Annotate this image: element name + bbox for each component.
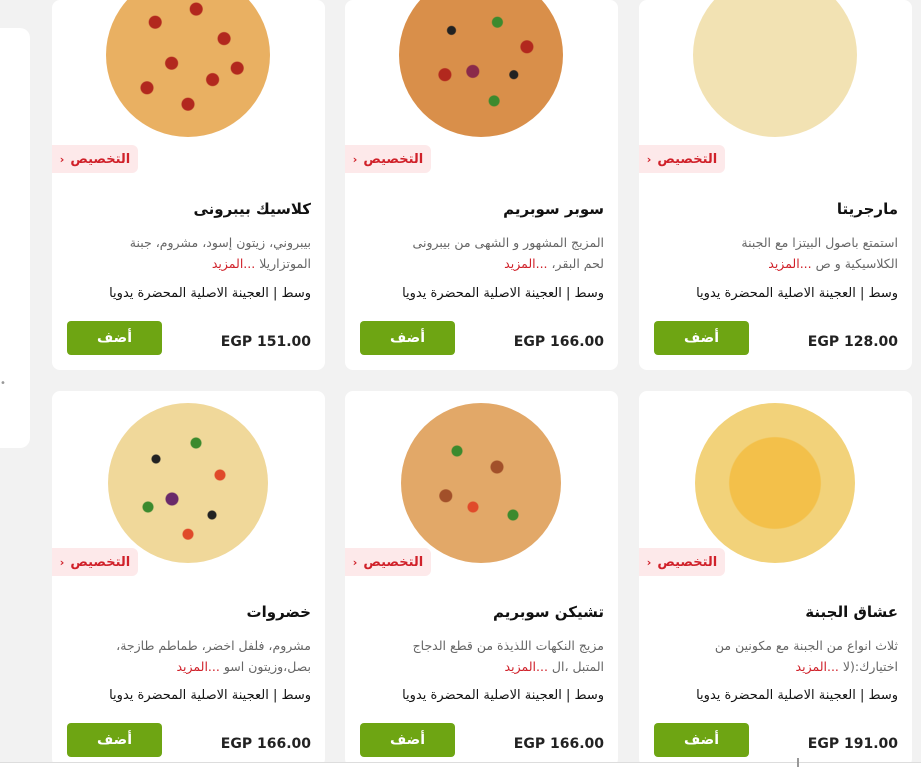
chevron-left-icon: ‹ <box>646 152 652 166</box>
product-title: سوبر سوبريم <box>503 200 604 218</box>
product-description: مزيج النكهات اللذيذة من قطع الدجاج المتب… <box>374 635 604 677</box>
description-line-1: مزيج النكهات اللذيذة من قطع الدجاج <box>412 638 604 653</box>
add-button[interactable]: أضف <box>360 321 455 355</box>
more-link[interactable]: ...المزيد <box>212 256 255 271</box>
customize-button[interactable]: التخصيص ‹ <box>639 145 725 173</box>
product-price: EGP 151.00 <box>220 334 311 350</box>
chevron-left-icon: ‹ <box>646 555 652 569</box>
customize-label: التخصيص <box>657 554 718 570</box>
more-link[interactable]: ...المزيد <box>768 256 811 271</box>
chevron-left-icon: ‹ <box>352 555 358 569</box>
product-variant: وسط | العجينة الاصلية المحضرة يدويا <box>696 688 898 703</box>
product-description: مشروم، فلفل اخضر، طماطم طازجة، بصل،وزيتو… <box>81 635 311 677</box>
product-card-pepperoni: التخصيص ‹ كلاسيك بيبرونى بيبروني، زيتون … <box>52 0 325 370</box>
super-supreme-pizza-image <box>399 0 563 137</box>
more-link[interactable]: ...المزيد <box>176 659 219 674</box>
product-title: مارجريتا <box>836 200 898 218</box>
description-line-2: بصل،وزيتون اسو <box>223 659 311 674</box>
product-description: المزيج المشهور و الشهى من بيبرونى لحم ال… <box>374 232 604 274</box>
description-line-2: الكلاسيكية و ص <box>815 256 898 271</box>
customize-label: التخصيص <box>363 554 424 570</box>
product-description: ثلاث انواع من الجبنة مع مكونين من اختيار… <box>668 635 898 677</box>
customize-label: التخصيص <box>363 151 424 167</box>
description-line-1: بيبروني، زيتون إسود، مشروم، جبنة <box>129 235 311 250</box>
customize-button[interactable]: التخصيص ‹ <box>639 548 725 576</box>
product-description: استمتع باصول البيتزا مع الجبنة الكلاسيكي… <box>668 232 898 274</box>
product-variant: وسط | العجينة الاصلية المحضرة يدويا <box>109 688 311 703</box>
cheese-lovers-pizza-image <box>695 403 855 563</box>
chevron-left-icon: ‹ <box>352 152 358 166</box>
product-description: بيبروني، زيتون إسود، مشروم، جبنة الموتزا… <box>81 232 311 274</box>
more-link[interactable]: ...المزيد <box>796 659 839 674</box>
product-variant: وسط | العجينة الاصلية المحضرة يدويا <box>696 286 898 301</box>
chevron-left-icon: ‹ <box>59 152 65 166</box>
description-line-1: المزيج المشهور و الشهى من بيبرونى <box>412 235 604 250</box>
product-variant: وسط | العجينة الاصلية المحضرة يدويا <box>402 688 604 703</box>
customize-button[interactable]: التخصيص ‹ <box>52 145 138 173</box>
product-card-chicken-supreme: التخصيص ‹ تشيكن سوبريم مزيج النكهات اللذ… <box>345 391 618 767</box>
product-variant: وسط | العجينة الاصلية المحضرة يدويا <box>402 286 604 301</box>
scrollbar-marker[interactable] <box>797 758 799 767</box>
customize-button[interactable]: التخصيص ‹ <box>345 548 431 576</box>
product-price: EGP 191.00 <box>807 736 898 752</box>
chevron-left-icon: ‹ <box>59 555 65 569</box>
product-card-cheese-lovers: التخصيص ‹ عشاق الجبنة ثلاث انواع من الجب… <box>639 391 912 767</box>
add-button[interactable]: أضف <box>360 723 455 757</box>
product-title: تشيكن سوبريم <box>493 603 604 621</box>
bottom-bar <box>0 762 921 768</box>
customize-label: التخصيص <box>70 151 131 167</box>
pepperoni-pizza-image <box>106 0 270 137</box>
side-mark: • <box>0 378 6 389</box>
product-title: عشاق الجبنة <box>805 603 898 621</box>
add-button[interactable]: أضف <box>654 321 749 355</box>
description-line-1: ثلاث انواع من الجبنة مع مكونين من <box>714 638 898 653</box>
product-card-margherita: التخصيص ‹ مارجريتا استمتع باصول البيتزا … <box>639 0 912 370</box>
description-line-2: اختيارك:(لا <box>842 659 898 674</box>
chicken-supreme-pizza-image <box>401 403 561 563</box>
description-line-2: الموتزاريلا <box>259 256 311 271</box>
product-price: EGP 166.00 <box>513 736 604 752</box>
add-button[interactable]: أضف <box>654 723 749 757</box>
product-price: EGP 166.00 <box>513 334 604 350</box>
description-line-1: مشروم، فلفل اخضر، طماطم طازجة، <box>116 638 311 653</box>
description-line-2: المتبل ،ال <box>551 659 604 674</box>
product-card-super-supreme: التخصيص ‹ سوبر سوبريم المزيج المشهور و ا… <box>345 0 618 370</box>
customize-button[interactable]: التخصيص ‹ <box>52 548 138 576</box>
veggie-pizza-image <box>108 403 268 563</box>
more-link[interactable]: ...المزيد <box>505 659 548 674</box>
description-line-1: استمتع باصول البيتزا مع الجبنة <box>741 235 898 250</box>
product-price: EGP 166.00 <box>220 736 311 752</box>
more-link[interactable]: ...المزيد <box>504 256 547 271</box>
customize-label: التخصيص <box>70 554 131 570</box>
customize-label: التخصيص <box>657 151 718 167</box>
product-card-veggie: التخصيص ‹ خضروات مشروم، فلفل اخضر، طماطم… <box>52 391 325 767</box>
margherita-pizza-image <box>693 0 857 137</box>
product-variant: وسط | العجينة الاصلية المحضرة يدويا <box>109 286 311 301</box>
add-button[interactable]: أضف <box>67 723 162 757</box>
add-button[interactable]: أضف <box>67 321 162 355</box>
product-title: كلاسيك بيبرونى <box>193 200 311 218</box>
customize-button[interactable]: التخصيص ‹ <box>345 145 431 173</box>
product-title: خضروات <box>246 603 311 621</box>
description-line-2: لحم البقر، <box>551 256 604 271</box>
product-price: EGP 128.00 <box>807 334 898 350</box>
